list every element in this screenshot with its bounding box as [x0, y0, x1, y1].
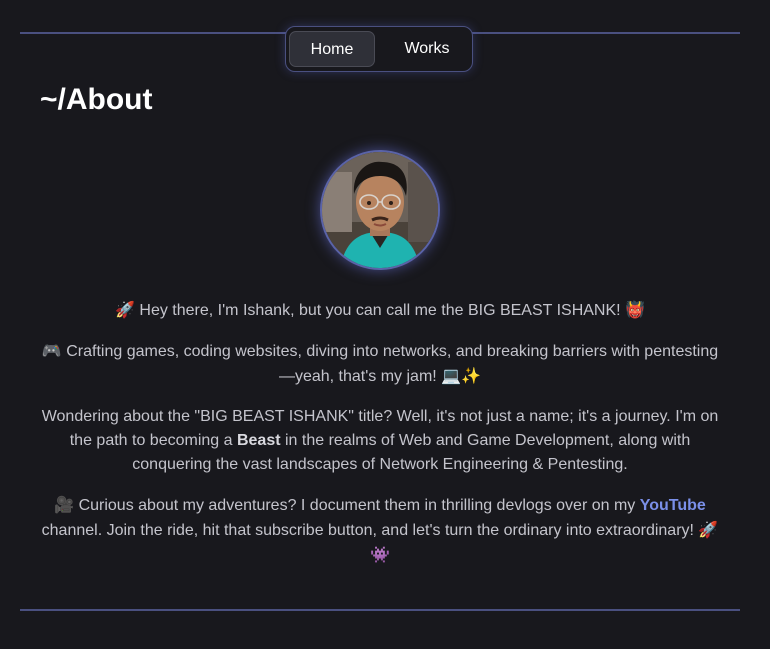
avatar-photo: [322, 152, 438, 268]
gamepad-icon: 🎮: [41, 341, 62, 360]
ogre-icon: 👹: [625, 300, 645, 319]
intro-paragraph: 🚀 Hey there, I'm Ishank, but you can cal…: [40, 298, 720, 323]
about-page: Home Works ~/About 🚀 Hey there, I'm Isha…: [0, 0, 770, 649]
devlog-paragraph: 🎥 Curious about my adventures? I documen…: [40, 493, 720, 568]
nav-bar: Home Works: [285, 26, 473, 72]
skills-paragraph: 🎮 Crafting games, coding websites, divin…: [40, 339, 720, 389]
skills-text: Crafting games, coding websites, diving …: [66, 343, 719, 385]
devlog-text-after: channel. Join the ride, hit that subscri…: [41, 522, 694, 539]
journey-paragraph: Wondering about the "BIG BEAST ISHANK" t…: [40, 405, 720, 477]
devlog-text-before: Curious about my adventures? I document …: [78, 497, 636, 514]
bottom-divider: [20, 609, 740, 611]
youtube-link[interactable]: YouTube: [640, 497, 706, 514]
page-title: ~/About: [40, 83, 153, 116]
nav-works-button[interactable]: Works: [386, 31, 468, 67]
nav-home-button[interactable]: Home: [289, 31, 375, 67]
rocket-icon: 🚀: [115, 300, 135, 319]
beast-highlight: Beast: [236, 432, 281, 449]
laptop-sparkles-icon: 💻✨: [441, 366, 482, 385]
intro-text: Hey there, I'm Ishank, but you can call …: [139, 302, 621, 319]
about-content: 🚀 Hey there, I'm Ishank, but you can cal…: [40, 298, 720, 584]
camera-icon: 🎥: [54, 495, 75, 514]
profile-avatar: [320, 150, 440, 270]
